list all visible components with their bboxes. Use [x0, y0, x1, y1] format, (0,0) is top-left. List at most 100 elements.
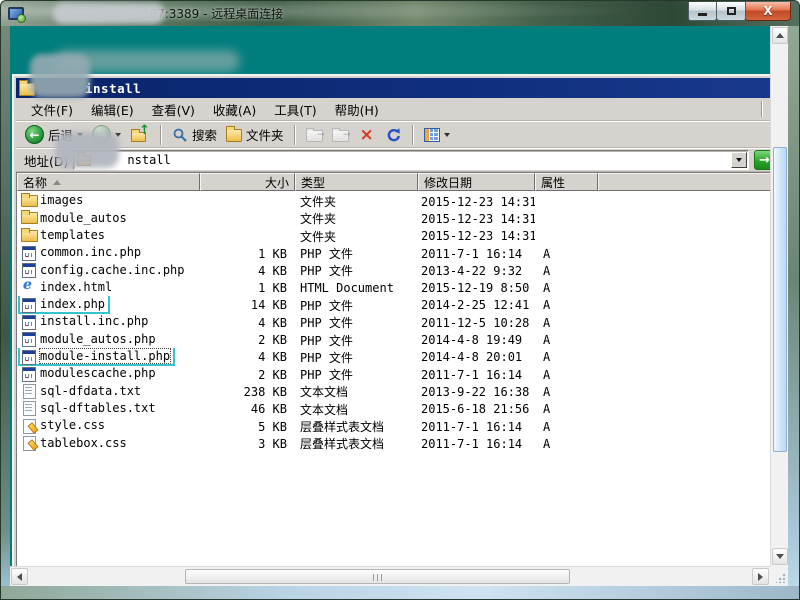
- scroll-right-button[interactable]: [752, 568, 769, 585]
- scroll-up-button[interactable]: [772, 27, 788, 44]
- file-row[interactable]: module_autos.php 2 KB PHP 文件 2014-4-8 19…: [17, 331, 770, 348]
- menu-tools[interactable]: 工具(T): [265, 98, 325, 121]
- maximize-button[interactable]: [717, 2, 746, 21]
- menu-file[interactable]: 文件(F): [22, 98, 82, 121]
- arrow-up-icon: [776, 33, 784, 38]
- scroll-left-button[interactable]: [11, 568, 28, 585]
- file-modified: 2014-4-8 20:01: [418, 350, 535, 364]
- rdp-titlebar[interactable]: .107:3389 - 远程桌面连接 X: [0, 0, 800, 26]
- file-modified: 2011-7-1 16:14: [418, 420, 535, 434]
- folders-button[interactable]: 文件夹: [223, 124, 287, 145]
- arrow-right-icon: [758, 573, 763, 581]
- close-button[interactable]: X: [746, 2, 791, 21]
- file-modified: 2015-6-18 21:56: [418, 402, 535, 416]
- file-row[interactable]: templates 文件夹 2015-12-23 14:31: [17, 228, 770, 245]
- close-icon: X: [763, 4, 772, 18]
- file-size: 3 KB: [200, 437, 295, 451]
- rdp-horizontal-scrollbar[interactable]: [10, 566, 770, 586]
- file-name: images: [40, 193, 83, 207]
- up-icon: ↑: [130, 126, 150, 143]
- file-attributes: A: [535, 298, 598, 312]
- file-row[interactable]: config.cache.inc.php 4 KB PHP 文件 2013-4-…: [17, 262, 770, 279]
- vertical-scrollbar-thumb[interactable]: [773, 147, 787, 452]
- menu-edit[interactable]: 编辑(E): [82, 98, 143, 121]
- file-size: 4 KB: [200, 350, 295, 364]
- column-header-size[interactable]: 大小: [200, 173, 295, 191]
- rdp-window: .107:3389 - 远程桌面连接 X install: [0, 0, 800, 600]
- file-type: 文件夹: [295, 228, 418, 245]
- explorer-titlebar[interactable]: install: [16, 78, 770, 98]
- file-attributes: A: [535, 385, 598, 399]
- copy-to-button[interactable]: [329, 126, 352, 143]
- sort-ascending-icon: [53, 180, 61, 185]
- address-dropdown-button[interactable]: [731, 152, 747, 168]
- censor-blob-explorer-title: [30, 54, 90, 98]
- file-modified: 2014-4-8 19:49: [418, 333, 535, 347]
- file-name: style.css: [40, 418, 105, 432]
- file-row[interactable]: tablebox.css 3 KB 层叠样式表文档 2011-7-1 16:14…: [17, 435, 770, 452]
- file-size: 2 KB: [200, 368, 295, 382]
- column-header-type[interactable]: 类型: [295, 173, 418, 191]
- minimize-button[interactable]: [688, 2, 717, 21]
- views-button[interactable]: [421, 127, 453, 143]
- column-header-modified[interactable]: 修改日期: [418, 173, 535, 191]
- rdp-vertical-scrollbar[interactable]: [770, 26, 788, 566]
- file-type: 层叠样式表文档: [295, 418, 418, 435]
- undo-button[interactable]: [382, 126, 405, 144]
- resize-grip[interactable]: [770, 566, 788, 586]
- column-header-attributes[interactable]: 属性: [535, 173, 598, 191]
- go-button[interactable]: →: [754, 150, 770, 170]
- file-name: index.php: [40, 297, 105, 311]
- rdp-connection-icon: [8, 7, 24, 20]
- file-type: HTML Document: [295, 281, 418, 295]
- file-attributes: A: [535, 281, 598, 295]
- file-row[interactable]: common.inc.php 1 KB PHP 文件 2011-7-1 16:1…: [17, 245, 770, 262]
- move-to-icon: [306, 130, 323, 142]
- search-icon: [172, 127, 188, 143]
- window-frame-bottom: [0, 586, 800, 600]
- file-attributes: A: [535, 420, 598, 434]
- file-name: sql-dftables.txt: [40, 401, 156, 415]
- chevron-down-icon: [736, 158, 742, 162]
- column-header-name[interactable]: 名称: [17, 173, 200, 191]
- file-name: common.inc.php: [40, 245, 141, 259]
- file-type: PHP 文件: [295, 262, 418, 279]
- move-to-button[interactable]: [303, 126, 326, 143]
- delete-button[interactable]: ×: [355, 127, 379, 143]
- file-size: 5 KB: [200, 420, 295, 434]
- css-icon: [21, 418, 36, 433]
- scroll-down-button[interactable]: [772, 548, 788, 565]
- views-icon: [424, 128, 440, 142]
- file-attributes: A: [535, 333, 598, 347]
- column-header-filler: [598, 173, 770, 191]
- file-row[interactable]: index.html 1 KB HTML Document 2015-12-19…: [17, 279, 770, 296]
- folder-icon: [21, 210, 36, 225]
- txt-icon: [21, 383, 36, 398]
- php-icon: [21, 331, 36, 346]
- php-icon: [21, 366, 36, 381]
- file-row[interactable]: style.css 5 KB 层叠样式表文档 2011-7-1 16:14 A: [17, 418, 770, 435]
- php-icon: [21, 349, 36, 364]
- file-row[interactable]: sql-dftables.txt 46 KB 文本文档 2015-6-18 21…: [17, 401, 770, 418]
- file-row[interactable]: module_autos 文件夹 2015-12-23 14:31: [17, 210, 770, 227]
- file-row[interactable]: sql-dfdata.txt 238 KB 文本文档 2013-9-22 16:…: [17, 383, 770, 400]
- search-button[interactable]: 搜索: [169, 124, 220, 145]
- menu-favorites[interactable]: 收藏(A): [204, 98, 265, 121]
- back-icon: ←: [25, 125, 44, 144]
- remote-desktop-viewport: install 文件(F) 编辑(E) 查看(V) 收藏(A) 工具(T) 帮助…: [10, 26, 770, 566]
- file-modified: 2015-12-19 8:50: [418, 281, 535, 295]
- toolbar-separator: [160, 125, 162, 145]
- file-row[interactable]: images 文件夹 2015-12-23 14:31: [17, 193, 770, 210]
- file-row[interactable]: install.inc.php 4 KB PHP 文件 2011-12-5 10…: [17, 314, 770, 331]
- menu-view[interactable]: 查看(V): [143, 98, 204, 121]
- menu-help[interactable]: 帮助(H): [326, 98, 388, 121]
- file-row[interactable]: module-install.php 4 KB PHP 文件 2014-4-8 …: [17, 349, 770, 366]
- toolbar-separator: [294, 125, 296, 145]
- up-button[interactable]: ↑: [127, 125, 153, 144]
- php-icon: [21, 314, 36, 329]
- file-modified: 2015-12-23 14:31: [418, 212, 535, 226]
- file-row[interactable]: modulescache.php 2 KB PHP 文件 2011-7-1 16…: [17, 366, 770, 383]
- file-row[interactable]: index.php 14 KB PHP 文件 2014-2-25 12:41 A: [17, 297, 770, 314]
- address-input[interactable]: nstall: [73, 150, 749, 170]
- horizontal-scrollbar-thumb[interactable]: [185, 569, 570, 584]
